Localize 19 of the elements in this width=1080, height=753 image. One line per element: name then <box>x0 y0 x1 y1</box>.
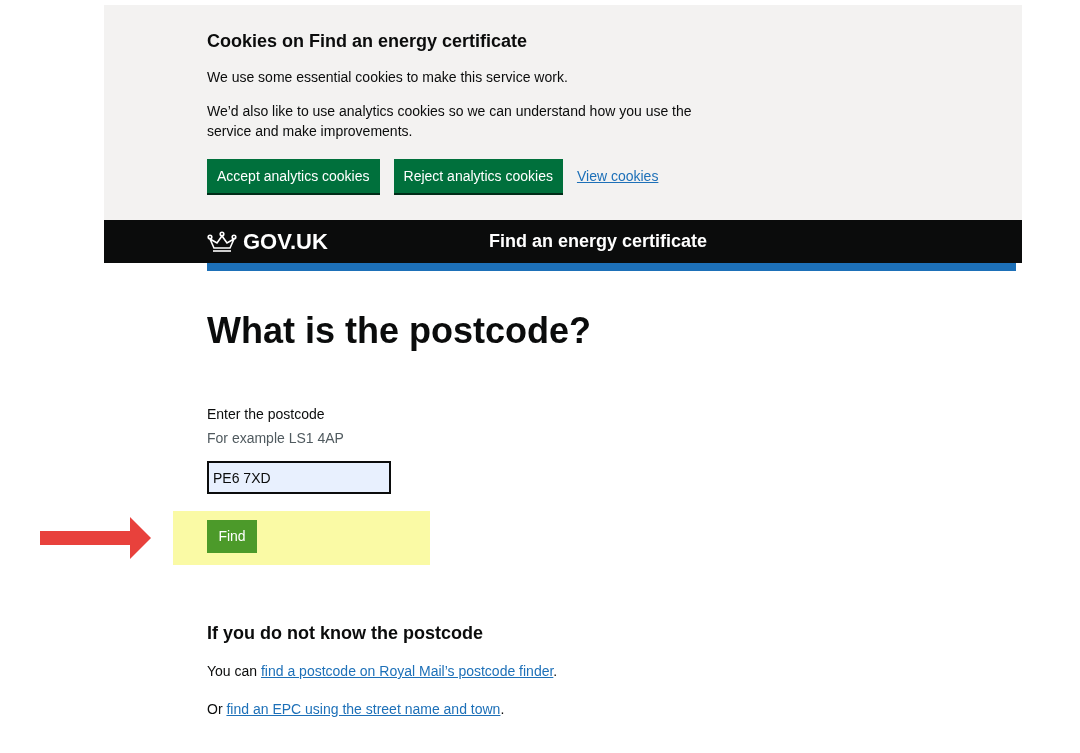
help-text: You can find a postcode on Royal Mail’s postcode finder. <box>207 662 559 681</box>
banner-title: Cookies on Find an energy certificate <box>207 30 529 53</box>
view-cookies-link[interactable]: View cookies <box>576 165 659 187</box>
cookie-button[interactable]: Accept analytics cookies <box>207 159 380 193</box>
service-name[interactable]: Find an energy certificate <box>489 228 708 255</box>
crown-icon <box>207 230 237 253</box>
govuk-logo[interactable]: GOV.UK <box>243 225 328 258</box>
postcode-field[interactable]: PE6 7XD <box>207 461 391 494</box>
help-heading: If you do not know the postcode <box>207 622 484 645</box>
banner-text: We’d also like to use analytics cookies so we can understand how you use the service and make improvements. <box>207 102 693 141</box>
cookie-button[interactable]: Reject analytics cookies <box>393 159 563 193</box>
banner-text: We use some essential cookies to make this service work. <box>207 68 569 87</box>
field-label: Enter the postcode <box>207 405 326 423</box>
field-hint: For example LS1 4AP <box>207 429 345 447</box>
find-button[interactable]: Find <box>207 520 257 553</box>
arrow-icon <box>40 517 151 559</box>
page-heading: What is the postcode? <box>207 309 592 353</box>
help-link[interactable]: find a postcode on Royal Mail’s postcode finder <box>261 663 554 679</box>
help-text: Or find an EPC using the street name and town. <box>207 700 506 719</box>
